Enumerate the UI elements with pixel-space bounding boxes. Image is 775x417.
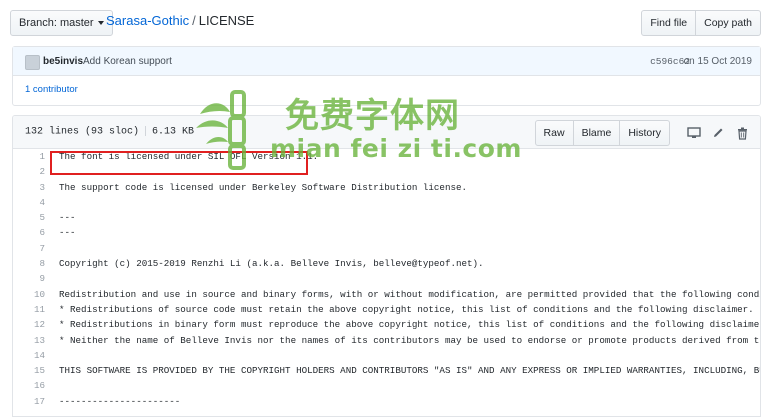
file-header: 132 lines (93 sloc) 6.13 KB Raw Blame His… (13, 116, 760, 149)
commit-date: on 15 Oct 2019 (683, 56, 752, 67)
line-number[interactable]: 5 (13, 210, 59, 225)
line-content: The support code is licensed under Berke… (59, 181, 467, 193)
line-count: 132 lines (93 sloc) (25, 126, 140, 138)
copy-path-button[interactable]: Copy path (696, 10, 761, 36)
commit-author[interactable]: be5invis (43, 56, 83, 67)
code-line: 8 Copyright (c) 2015-2019 Renzhi Li (a.k.… (13, 256, 760, 271)
code-line: 6 --- (13, 225, 760, 240)
code-line: 14 (13, 348, 760, 363)
line-number[interactable]: 14 (13, 348, 59, 363)
raw-button[interactable]: Raw (534, 120, 574, 146)
line-content: Redistribution and use in source and bin… (59, 288, 760, 300)
branch-label: Branch: master (19, 17, 94, 29)
commit-message[interactable]: Add Korean support (83, 56, 172, 67)
branch-select-button[interactable]: Branch: master (10, 10, 113, 36)
line-number[interactable]: 7 (13, 241, 59, 256)
line-number[interactable]: 12 (13, 317, 59, 332)
code-line: 13 * Neither the name of Belleve Invis no… (13, 333, 760, 348)
latest-commit: be5invis Add Korean support c596c62 on 1… (13, 47, 760, 76)
pencil-icon[interactable] (708, 123, 728, 143)
file-action-buttons: Raw Blame History (534, 120, 670, 146)
line-content: * Redistributions in binary form must re… (59, 319, 760, 331)
code-line: 5 --- (13, 210, 760, 225)
find-file-button[interactable]: Find file (641, 10, 697, 36)
file-actions: Raw Blame History (534, 120, 752, 146)
line-content: * Neither the name of Belleve Invis nor … (59, 334, 760, 346)
line-content: --- (59, 212, 76, 224)
history-button[interactable]: History (620, 120, 670, 146)
repo-link[interactable]: Sarasa-Gothic (106, 13, 189, 28)
line-number[interactable]: 8 (13, 256, 59, 271)
line-number[interactable]: 9 (13, 271, 59, 286)
code-lines: 1 The font is licensed under SIL OFL Vers… (13, 149, 760, 409)
code-line: 15 THIS SOFTWARE IS PROVIDED BY THE COPYR… (13, 363, 760, 378)
line-number[interactable]: 4 (13, 195, 59, 210)
code-line: 7 (13, 241, 760, 256)
line-number[interactable]: 16 (13, 378, 59, 393)
code-line: 4 (13, 195, 760, 210)
highlight-annotation (50, 151, 308, 175)
blame-button[interactable]: Blame (573, 120, 621, 146)
line-content: THIS SOFTWARE IS PROVIDED BY THE COPYRIG… (59, 365, 760, 377)
breadcrumb: Sarasa-Gothic / LICENSE (106, 13, 254, 28)
code-line: 3 The support code is licensed under Berk… (13, 180, 760, 195)
file-nav-buttons: Find file Copy path (641, 10, 761, 36)
desktop-icon[interactable] (684, 123, 704, 143)
line-number[interactable]: 10 (13, 287, 59, 302)
line-content: --- (59, 227, 76, 239)
avatar[interactable] (25, 55, 40, 70)
code-line: 16 (13, 378, 760, 393)
line-number[interactable]: 6 (13, 225, 59, 240)
contributors-link[interactable]: 1 contributor (25, 84, 78, 95)
line-number[interactable]: 11 (13, 302, 59, 317)
divider (145, 126, 147, 136)
file-navigation: Branch: master Sarasa-Gothic / LICENSE Fin… (10, 10, 761, 36)
line-number[interactable]: 3 (13, 180, 59, 195)
file-name: LICENSE (198, 13, 255, 28)
code-line: 10 Redistribution and use in source and b… (13, 287, 760, 302)
file-info: 132 lines (93 sloc) 6.13 KB (25, 126, 194, 138)
breadcrumb-separator: / (192, 13, 196, 28)
file-viewer: 132 lines (93 sloc) 6.13 KB Raw Blame His… (12, 115, 761, 417)
line-content: Copyright (c) 2015-2019 Renzhi Li (a.k.a… (59, 258, 484, 270)
line-number[interactable]: 15 (13, 363, 59, 378)
caret-down-icon (97, 21, 104, 26)
code-line: 9 (13, 271, 760, 286)
commit-tease: be5invis Add Korean support c596c62 on 1… (12, 46, 761, 106)
code-view: 1 The font is licensed under SIL OFL Vers… (13, 149, 760, 409)
code-line: 12 * Redistributions in binary form must … (13, 317, 760, 332)
code-line: 11 * Redistributions of source code must … (13, 302, 760, 317)
line-number[interactable]: 13 (13, 333, 59, 348)
line-content: * Redistributions of source code must re… (59, 303, 754, 315)
file-size: 6.13 KB (152, 126, 195, 138)
trash-icon[interactable] (732, 123, 752, 143)
